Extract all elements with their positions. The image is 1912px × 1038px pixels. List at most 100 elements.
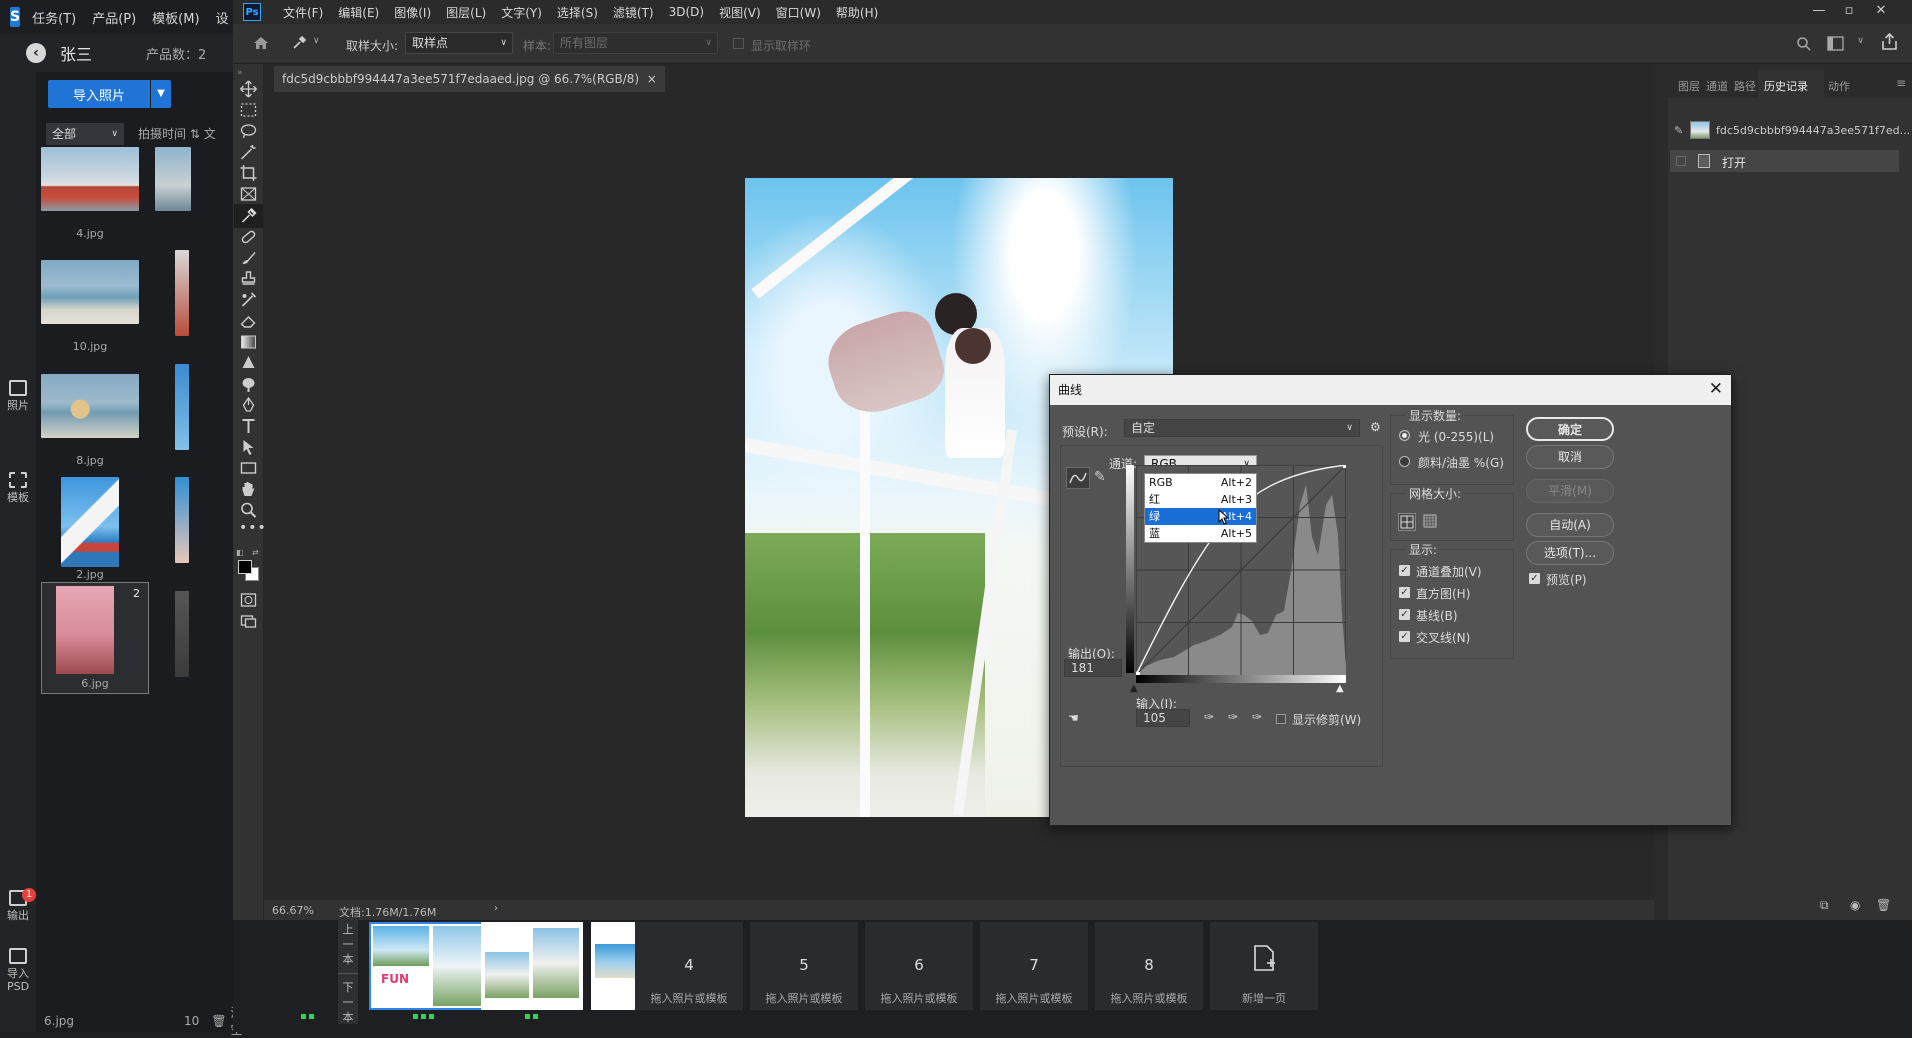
minimize-icon[interactable]: — [1804,0,1834,24]
tools-collapse-icon[interactable]: » [237,68,243,78]
default-colors-icon[interactable]: ◧ [236,548,244,557]
preset-select[interactable]: 自定 ∨ [1124,419,1360,437]
menu-type[interactable]: 文字(Y) [501,4,542,21]
rail-import-psd[interactable]: 导入PSD [3,948,33,993]
eraser-tool-icon[interactable] [239,312,258,330]
clone-stamp-tool-icon[interactable] [239,270,258,288]
sort-control[interactable]: 拍摄时间 ⇅ 文 [138,125,216,142]
auto-button[interactable]: 自动(A) [1526,513,1614,537]
close-icon[interactable]: ✕ [1866,0,1896,24]
crop-tool-icon[interactable] [239,164,258,182]
preview-checkbox[interactable]: ✓ [1529,573,1540,584]
lasso-tool-icon[interactable] [239,122,258,140]
page-slot-4[interactable]: 4 拖入照片或模板 [635,922,743,1010]
thumbnail-6-selected[interactable]: 2 6.jpg [41,582,149,694]
status-menu-chevron-icon[interactable]: › [494,903,498,914]
gray-point-eyedropper-icon[interactable]: ✑ [1228,710,1238,724]
on-image-adjust-hand-icon[interactable]: ☚ [1068,711,1079,725]
filter-select[interactable]: 全部 ∨ [46,123,124,145]
zoom-level[interactable]: 66.67% [272,904,314,917]
rail-photos[interactable]: 照片 [0,380,36,412]
white-point-slider-icon[interactable]: ▲ [1336,683,1344,694]
grid-detailed-icon[interactable] [1422,513,1440,531]
workspace-icon[interactable] [1827,36,1844,51]
menu-edit[interactable]: 编辑(E) [338,4,379,21]
thumbnail-partial[interactable] [175,477,189,563]
thumbnail-10[interactable] [41,260,139,324]
smooth-button[interactable]: 平滑(M) [1526,479,1614,503]
marquee-tool-icon[interactable] [239,101,258,119]
add-page-button[interactable]: 新增一页 [1210,922,1318,1010]
ok-button[interactable]: 确定 [1526,417,1614,441]
foreground-color-swatch[interactable] [238,560,252,574]
channel-option-red[interactable]: 红 Alt+3 [1145,491,1256,508]
workspace-chevron-icon[interactable]: ∨ [1857,36,1864,46]
menu-tasks[interactable]: 任务(T) [32,8,76,27]
curve-pencil-icon[interactable]: ✎ [1094,469,1106,485]
tab-layers[interactable]: 图层 [1678,78,1700,94]
sample-size-select[interactable]: 取样点 ∨ [405,32,513,54]
menu-templates[interactable]: 模板(M) [152,8,199,27]
screen-mode-icon[interactable] [239,612,258,630]
next-book-button[interactable]: 下一本 [338,973,358,1025]
page-slot-8[interactable]: 8 拖入照片或模板 [1095,922,1203,1010]
output-field[interactable]: 181 [1064,659,1122,677]
menu-file[interactable]: 文件(F) [283,4,323,21]
channel-option-blue[interactable]: 蓝 Alt+5 [1145,525,1256,542]
delete-state-icon[interactable]: 🗑 [1876,898,1891,912]
gradient-tool-icon[interactable] [239,333,258,351]
brush-tool-icon[interactable] [239,249,258,267]
home-icon[interactable] [253,36,269,50]
rail-templates[interactable]: 模板 [0,472,36,504]
tab-history[interactable]: 历史记录 [1764,78,1808,94]
channel-option-green[interactable]: 绿 Alt+4 [1145,508,1256,525]
black-point-slider-icon[interactable]: ▲ [1130,683,1138,694]
page-slot-5[interactable]: 5 拖入照片或模板 [750,922,858,1010]
document-tab-close-icon[interactable]: × [647,72,657,86]
thumbnail-partial[interactable] [175,591,189,677]
share-icon[interactable] [1881,33,1898,51]
snapshot-brush-icon[interactable]: ✎ [1674,124,1683,137]
menu-layer[interactable]: 图层(L) [446,4,486,21]
menu-help[interactable]: 帮助(H) [836,4,878,21]
search-icon[interactable] [1796,36,1812,52]
thumbnail-4[interactable] [41,147,139,211]
tab-paths[interactable]: 路径 [1734,78,1756,94]
prev-book-button[interactable]: 上一本 [338,920,358,967]
history-state-open[interactable]: 打开 [1670,150,1899,172]
back-icon[interactable]: ‹ [26,43,46,63]
input-field[interactable]: 105 [1136,709,1190,727]
grid-simple-icon[interactable] [1398,513,1416,531]
menu-3d[interactable]: 3D(D) [669,5,704,19]
thumbnail-partial[interactable] [155,147,191,211]
curve-point-mode-icon[interactable] [1066,467,1090,489]
menu-window[interactable]: 窗口(W) [776,4,821,21]
channel-overlay-checkbox[interactable]: ✓ [1399,565,1410,576]
baseline-checkbox[interactable]: ✓ [1399,609,1410,620]
trash-icon[interactable]: 🗑 [211,1014,226,1028]
menu-view[interactable]: 视图(V) [719,4,761,21]
eyedropper-tool-icon[interactable] [239,207,258,225]
history-state-checkbox[interactable] [1676,156,1686,166]
maximize-icon[interactable]: ▫ [1834,0,1864,24]
menu-filter[interactable]: 滤镜(T) [613,4,654,21]
white-point-eyedropper-icon[interactable]: ✑ [1252,710,1262,724]
import-photos-button[interactable]: 导入照片 [48,80,150,108]
type-tool-icon[interactable] [239,417,258,435]
document-tab[interactable]: fdc5d9cbbbf994447a3ee571f7edaaed.jpg @ 6… [274,66,665,92]
light-radio[interactable] [1399,430,1410,441]
show-clipping-checkbox[interactable] [1276,714,1286,724]
pen-tool-icon[interactable] [239,396,258,414]
more-tools-icon[interactable]: ••• [239,520,267,536]
options-button[interactable]: 选项(T)... [1526,541,1614,565]
thumbnail-8[interactable] [41,374,139,438]
thumbnail-2[interactable] [61,477,119,567]
panel-menu-icon[interactable]: ≡ [1896,76,1906,90]
page-slot-6[interactable]: 6 拖入照片或模板 [865,922,973,1010]
menu-image[interactable]: 图像(I) [394,4,431,21]
menu-select[interactable]: 选择(S) [557,4,598,21]
eyedropper-icon[interactable] [291,35,307,51]
cancel-button[interactable]: 取消 [1526,445,1614,469]
page-2-thumbnail[interactable] [481,922,583,1010]
new-document-from-state-icon[interactable]: ⧉ [1820,898,1829,913]
